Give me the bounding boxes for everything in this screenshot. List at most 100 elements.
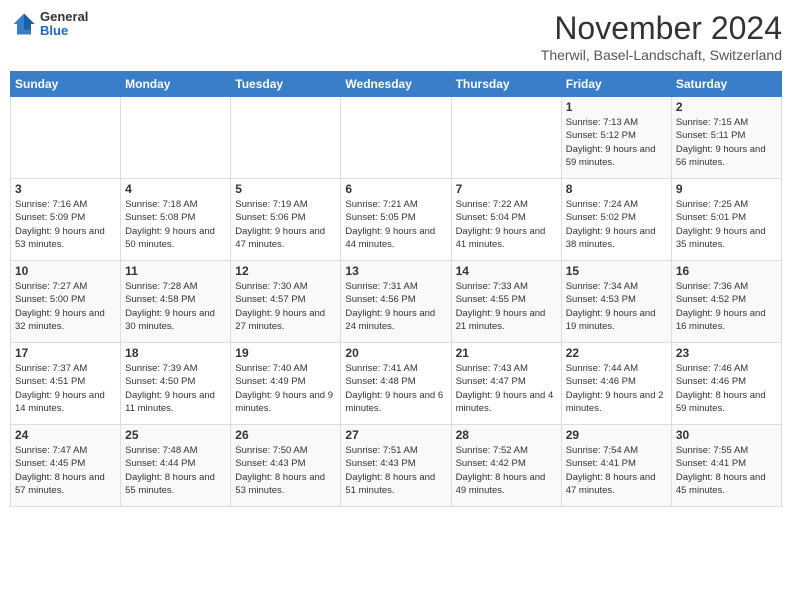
calendar-cell: 2 Sunrise: 7:15 AM Sunset: 5:11 PM Daylig…: [671, 97, 781, 179]
day-info: Sunrise: 7:16 AM Sunset: 5:09 PM Dayligh…: [15, 198, 116, 251]
day-info: Sunrise: 7:48 AM Sunset: 4:44 PM Dayligh…: [125, 444, 226, 497]
calendar-cell: 17 Sunrise: 7:37 AM Sunset: 4:51 PM Dayli…: [11, 343, 121, 425]
calendar-cell: 4 Sunrise: 7:18 AM Sunset: 5:08 PM Daylig…: [121, 179, 231, 261]
calendar-cell: 25 Sunrise: 7:48 AM Sunset: 4:44 PM Dayli…: [121, 425, 231, 507]
day-number: 4: [125, 182, 226, 196]
day-number: 3: [15, 182, 116, 196]
day-info: Sunrise: 7:34 AM Sunset: 4:53 PM Dayligh…: [566, 280, 667, 333]
day-number: 22: [566, 346, 667, 360]
header-row: SundayMondayTuesdayWednesdayThursdayFrid…: [11, 72, 782, 97]
day-number: 26: [235, 428, 336, 442]
calendar-cell: 15 Sunrise: 7:34 AM Sunset: 4:53 PM Dayli…: [561, 261, 671, 343]
day-number: 27: [345, 428, 446, 442]
day-info: Sunrise: 7:50 AM Sunset: 4:43 PM Dayligh…: [235, 444, 336, 497]
calendar-cell: 21Sunrise: 7:43 AM Sunset: 4:47 PM Dayli…: [451, 343, 561, 425]
calendar-cell: 13Sunrise: 7:31 AM Sunset: 4:56 PM Dayli…: [341, 261, 451, 343]
calendar-body: 1 Sunrise: 7:13 AM Sunset: 5:12 PM Daylig…: [11, 97, 782, 507]
calendar-cell: 22 Sunrise: 7:44 AM Sunset: 4:46 PM Dayli…: [561, 343, 671, 425]
title-section: November 2024 Therwil, Basel-Landschaft,…: [541, 10, 782, 63]
day-number: 5: [235, 182, 336, 196]
day-number: 8: [566, 182, 667, 196]
day-number: 1: [566, 100, 667, 114]
day-info: Sunrise: 7:19 AM Sunset: 5:06 PM Dayligh…: [235, 198, 336, 251]
calendar-header: SundayMondayTuesdayWednesdayThursdayFrid…: [11, 72, 782, 97]
day-info: Sunrise: 7:54 AM Sunset: 4:41 PM Dayligh…: [566, 444, 667, 497]
calendar-week-row: 24 Sunrise: 7:47 AM Sunset: 4:45 PM Dayli…: [11, 425, 782, 507]
day-info: Sunrise: 7:21 AM Sunset: 5:05 PM Dayligh…: [345, 198, 446, 251]
calendar-week-row: 10 Sunrise: 7:27 AM Sunset: 5:00 PM Dayli…: [11, 261, 782, 343]
page-header: General Blue November 2024 Therwil, Base…: [10, 10, 782, 63]
day-number: 11: [125, 264, 226, 278]
day-info: Sunrise: 7:41 AM Sunset: 4:48 PM Dayligh…: [345, 362, 446, 415]
day-number: 15: [566, 264, 667, 278]
day-number: 12: [235, 264, 336, 278]
calendar-cell: [11, 97, 121, 179]
day-info: Sunrise: 7:36 AM Sunset: 4:52 PM Dayligh…: [676, 280, 777, 333]
day-number: 30: [676, 428, 777, 442]
calendar-cell: 29Sunrise: 7:54 AM Sunset: 4:41 PM Dayli…: [561, 425, 671, 507]
day-info: Sunrise: 7:37 AM Sunset: 4:51 PM Dayligh…: [15, 362, 116, 415]
day-number: 9: [676, 182, 777, 196]
calendar-cell: 9Sunrise: 7:25 AM Sunset: 5:01 PM Daylig…: [671, 179, 781, 261]
weekday-header: Sunday: [11, 72, 121, 97]
day-number: 25: [125, 428, 226, 442]
logo-icon: [10, 10, 38, 38]
day-info: Sunrise: 7:44 AM Sunset: 4:46 PM Dayligh…: [566, 362, 667, 415]
weekday-header: Tuesday: [231, 72, 341, 97]
calendar-week-row: 17 Sunrise: 7:37 AM Sunset: 4:51 PM Dayli…: [11, 343, 782, 425]
day-info: Sunrise: 7:47 AM Sunset: 4:45 PM Dayligh…: [15, 444, 116, 497]
day-info: Sunrise: 7:51 AM Sunset: 4:43 PM Dayligh…: [345, 444, 446, 497]
day-number: 20: [345, 346, 446, 360]
calendar-cell: 5 Sunrise: 7:19 AM Sunset: 5:06 PM Daylig…: [231, 179, 341, 261]
day-number: 21: [456, 346, 557, 360]
day-info: Sunrise: 7:15 AM Sunset: 5:11 PM Dayligh…: [676, 116, 777, 169]
calendar-cell: 3 Sunrise: 7:16 AM Sunset: 5:09 PM Daylig…: [11, 179, 121, 261]
day-info: Sunrise: 7:55 AM Sunset: 4:41 PM Dayligh…: [676, 444, 777, 497]
calendar-cell: 26 Sunrise: 7:50 AM Sunset: 4:43 PM Dayli…: [231, 425, 341, 507]
day-info: Sunrise: 7:27 AM Sunset: 5:00 PM Dayligh…: [15, 280, 116, 333]
calendar-cell: 30 Sunrise: 7:55 AM Sunset: 4:41 PM Dayli…: [671, 425, 781, 507]
calendar-cell: 28Sunrise: 7:52 AM Sunset: 4:42 PM Dayli…: [451, 425, 561, 507]
day-number: 18: [125, 346, 226, 360]
day-info: Sunrise: 7:30 AM Sunset: 4:57 PM Dayligh…: [235, 280, 336, 333]
calendar-cell: 14Sunrise: 7:33 AM Sunset: 4:55 PM Dayli…: [451, 261, 561, 343]
calendar-cell: 23Sunrise: 7:46 AM Sunset: 4:46 PM Dayli…: [671, 343, 781, 425]
day-number: 19: [235, 346, 336, 360]
day-info: Sunrise: 7:39 AM Sunset: 4:50 PM Dayligh…: [125, 362, 226, 415]
logo: General Blue: [10, 10, 88, 39]
day-number: 2: [676, 100, 777, 114]
day-number: 24: [15, 428, 116, 442]
calendar-week-row: 3 Sunrise: 7:16 AM Sunset: 5:09 PM Daylig…: [11, 179, 782, 261]
calendar-cell: [231, 97, 341, 179]
day-info: Sunrise: 7:22 AM Sunset: 5:04 PM Dayligh…: [456, 198, 557, 251]
day-number: 6: [345, 182, 446, 196]
calendar-cell: 11 Sunrise: 7:28 AM Sunset: 4:58 PM Dayli…: [121, 261, 231, 343]
month-title: November 2024: [541, 10, 782, 47]
weekday-header: Monday: [121, 72, 231, 97]
calendar-cell: 6 Sunrise: 7:21 AM Sunset: 5:05 PM Daylig…: [341, 179, 451, 261]
calendar-cell: 19 Sunrise: 7:40 AM Sunset: 4:49 PM Dayli…: [231, 343, 341, 425]
logo-text: General Blue: [40, 10, 88, 39]
day-info: Sunrise: 7:24 AM Sunset: 5:02 PM Dayligh…: [566, 198, 667, 251]
logo-blue: Blue: [40, 24, 88, 38]
calendar-cell: 24 Sunrise: 7:47 AM Sunset: 4:45 PM Dayli…: [11, 425, 121, 507]
calendar-cell: 7Sunrise: 7:22 AM Sunset: 5:04 PM Daylig…: [451, 179, 561, 261]
calendar-cell: 12 Sunrise: 7:30 AM Sunset: 4:57 PM Dayli…: [231, 261, 341, 343]
day-info: Sunrise: 7:13 AM Sunset: 5:12 PM Dayligh…: [566, 116, 667, 169]
day-info: Sunrise: 7:46 AM Sunset: 4:46 PM Dayligh…: [676, 362, 777, 415]
day-info: Sunrise: 7:28 AM Sunset: 4:58 PM Dayligh…: [125, 280, 226, 333]
day-number: 28: [456, 428, 557, 442]
calendar-cell: 16 Sunrise: 7:36 AM Sunset: 4:52 PM Dayli…: [671, 261, 781, 343]
weekday-header: Saturday: [671, 72, 781, 97]
day-number: 10: [15, 264, 116, 278]
calendar-cell: 18 Sunrise: 7:39 AM Sunset: 4:50 PM Dayli…: [121, 343, 231, 425]
weekday-header: Wednesday: [341, 72, 451, 97]
day-number: 17: [15, 346, 116, 360]
day-number: 16: [676, 264, 777, 278]
day-info: Sunrise: 7:18 AM Sunset: 5:08 PM Dayligh…: [125, 198, 226, 251]
day-info: Sunrise: 7:40 AM Sunset: 4:49 PM Dayligh…: [235, 362, 336, 415]
calendar-cell: [121, 97, 231, 179]
calendar-cell: 1 Sunrise: 7:13 AM Sunset: 5:12 PM Daylig…: [561, 97, 671, 179]
calendar-cell: 27 Sunrise: 7:51 AM Sunset: 4:43 PM Dayli…: [341, 425, 451, 507]
weekday-header: Friday: [561, 72, 671, 97]
